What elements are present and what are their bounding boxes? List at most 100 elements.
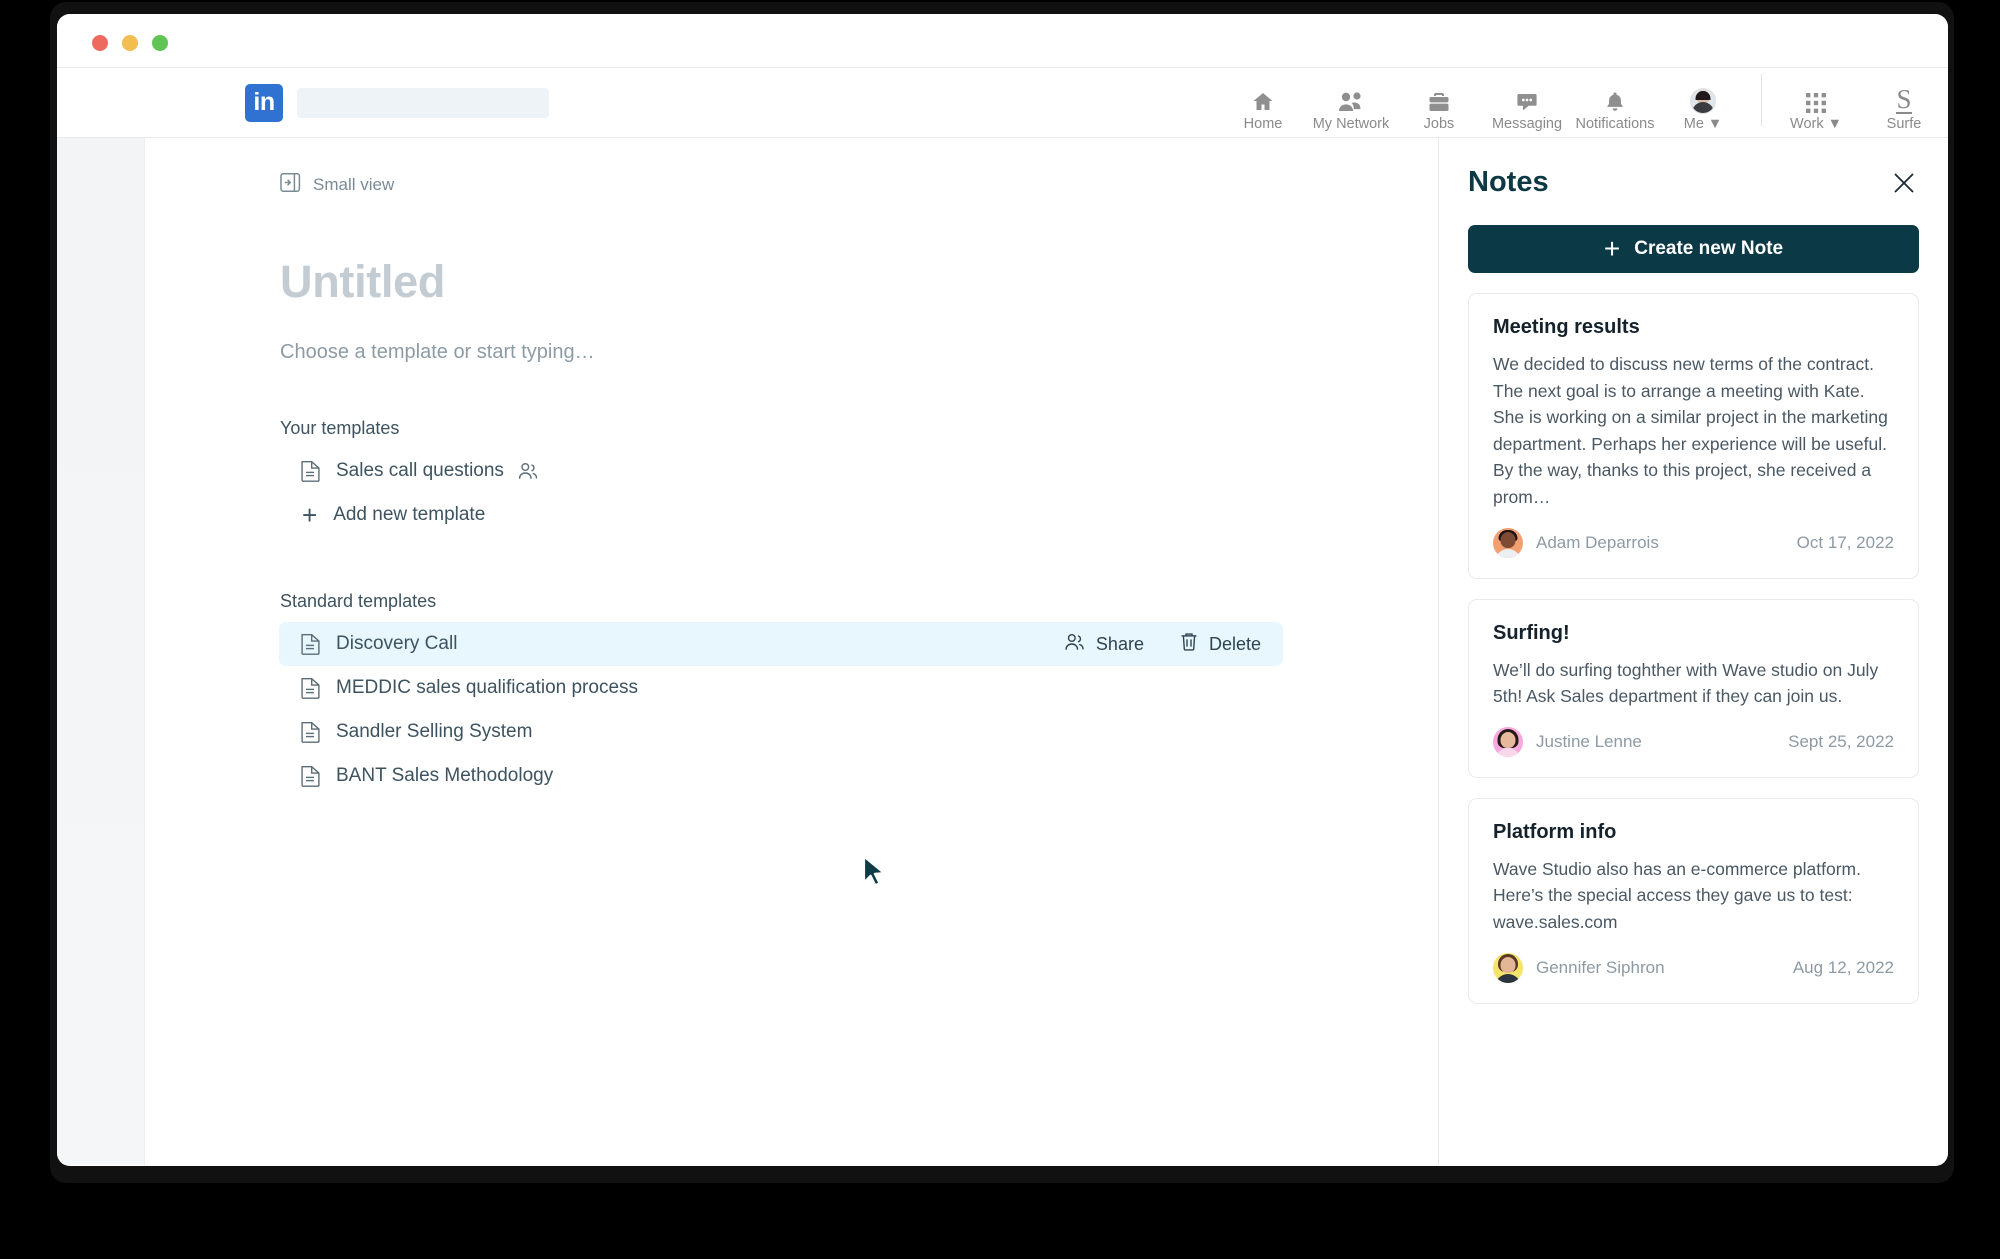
avatar — [1493, 726, 1523, 757]
panel-collapse-icon — [280, 172, 301, 198]
home-icon — [1250, 84, 1276, 114]
note-date: Sept 25, 2022 — [1788, 731, 1894, 751]
document-pane: Small view Untitled Choose a template or… — [145, 138, 1438, 1165]
nav-item-notifications[interactable]: Notifications — [1571, 84, 1659, 132]
note-footer: Adam Deparrois Oct 17, 2022 — [1493, 527, 1894, 558]
add-new-template-button[interactable]: + Add new template — [280, 493, 485, 537]
grid-apps-icon — [1805, 84, 1827, 114]
avatar — [1493, 527, 1523, 558]
nav-item-messaging[interactable]: Messaging — [1483, 84, 1571, 132]
screenshot-stage: in Home My Network Jobs Messaging Notifi… — [0, 0, 2000, 1259]
template-row-bant[interactable]: BANT Sales Methodology — [279, 754, 1283, 798]
plus-icon: + — [1603, 233, 1621, 264]
people-icon — [518, 462, 538, 480]
template-row-meddic[interactable]: MEDDIC sales qualification process — [279, 666, 1283, 710]
template-name: MEDDIC sales qualification process — [336, 677, 639, 698]
linkedin-navbar: in Home My Network Jobs Messaging Notifi… — [57, 68, 1948, 138]
standard-templates-list: Discovery Call Share Delete MEDDIC sales… — [279, 622, 1438, 798]
nav-item-work-label: Work ▼ — [1790, 115, 1842, 132]
note-card-platform-info[interactable]: Platform info Wave Studio also has an e-… — [1468, 797, 1919, 1004]
linkedin-logo-icon[interactable]: in — [245, 83, 283, 122]
create-new-note-label: Create new Note — [1634, 238, 1784, 259]
share-label: Share — [1095, 633, 1144, 654]
close-window-button[interactable] — [92, 35, 108, 51]
navbar-divider — [1761, 73, 1762, 126]
note-date: Oct 17, 2022 — [1796, 532, 1894, 552]
avatar — [1493, 952, 1523, 983]
template-name: Discovery Call — [336, 633, 458, 654]
nav-item-me[interactable]: Me ▼ — [1659, 84, 1747, 132]
standard-templates-heading: Standard templates — [280, 591, 437, 611]
nav-item-jobs[interactable]: Jobs — [1395, 84, 1483, 132]
add-new-template-label: Add new template — [333, 504, 486, 525]
note-body: We decided to discuss new terms of the c… — [1493, 354, 1888, 507]
message-bubble-icon — [1514, 84, 1540, 114]
note-date: Aug 12, 2022 — [1792, 957, 1894, 977]
nav-item-home-label: Home — [1243, 115, 1283, 132]
document-icon — [301, 677, 320, 699]
create-new-note-button[interactable]: + Create new Note — [1468, 225, 1919, 273]
nav-item-jobs-label: Jobs — [1423, 115, 1455, 132]
note-title: Surfing! — [1493, 621, 1570, 644]
left-rail — [57, 138, 145, 1165]
template-row-actions: Share Delete — [1064, 632, 1261, 657]
nav-item-surfe-label: Surfe — [1886, 115, 1922, 132]
template-name: Sales call questions — [336, 460, 504, 481]
nav-item-me-label: Me ▼ — [1683, 115, 1723, 132]
surfe-logo-icon: S — [1896, 83, 1912, 114]
note-card-meeting-results[interactable]: Meeting results We decided to discuss ne… — [1468, 293, 1919, 579]
small-view-toggle[interactable]: Small view — [280, 172, 394, 198]
template-row-sales-call-questions[interactable]: Sales call questions — [279, 449, 1283, 493]
your-templates-heading: Your templates — [280, 418, 400, 438]
note-footer: Gennifer Siphron Aug 12, 2022 — [1493, 952, 1894, 983]
note-title: Platform info — [1493, 820, 1617, 843]
page-title[interactable]: Untitled — [280, 256, 1438, 308]
minimize-window-button[interactable] — [122, 35, 138, 51]
window-titlebar — [57, 14, 1948, 68]
template-name: BANT Sales Methodology — [336, 765, 554, 786]
search-input[interactable] — [297, 87, 549, 118]
nav-item-messaging-label: Messaging — [1491, 115, 1563, 132]
document-icon — [301, 460, 320, 482]
notes-panel-header: Notes — [1468, 166, 1919, 203]
notes-panel: Notes + Create new Note Meeting results … — [1438, 138, 1948, 1165]
template-row-sandler[interactable]: Sandler Selling System — [279, 710, 1283, 754]
nav-item-my-network[interactable]: My Network — [1307, 84, 1395, 132]
navbar-left: in — [245, 83, 549, 122]
close-notes-button[interactable] — [1889, 168, 1919, 203]
share-template-button[interactable]: Share — [1064, 633, 1144, 656]
notes-title: Notes — [1468, 166, 1549, 198]
note-body: Wave Studio also has an e-commerce platf… — [1493, 858, 1861, 932]
nav-item-home[interactable]: Home — [1219, 84, 1307, 132]
template-name: Sandler Selling System — [336, 721, 533, 742]
nav-item-my-network-label: My Network — [1312, 115, 1390, 132]
briefcase-icon — [1426, 84, 1452, 114]
document-icon — [301, 765, 320, 787]
note-author: Gennifer Siphron — [1536, 957, 1665, 977]
note-body: We’ll do surfing toghther with Wave stud… — [1493, 659, 1879, 707]
nav-item-notifications-label: Notifications — [1575, 115, 1655, 132]
template-row-discovery-call[interactable]: Discovery Call Share Delete — [279, 622, 1283, 666]
mouse-cursor — [861, 855, 891, 894]
note-title: Meeting results — [1493, 316, 1640, 338]
people-icon — [1064, 633, 1085, 656]
small-view-label: Small view — [313, 175, 395, 194]
delete-label: Delete — [1208, 633, 1261, 654]
nav-item-surfe[interactable]: S Surfe — [1860, 84, 1948, 132]
trash-icon — [1180, 632, 1198, 657]
avatar-icon — [1690, 84, 1716, 114]
plus-icon: + — [302, 500, 318, 530]
app-body: Small view Untitled Choose a template or… — [57, 138, 1948, 1165]
document-placeholder[interactable]: Choose a template or start typing… — [280, 341, 1438, 364]
note-footer: Justine Lenne Sept 25, 2022 — [1493, 726, 1894, 757]
people-icon — [1337, 84, 1365, 114]
nav-item-work[interactable]: Work ▼ — [1772, 84, 1860, 132]
document-icon — [301, 633, 320, 655]
maximize-window-button[interactable] — [152, 35, 168, 51]
note-card-surfing[interactable]: Surfing! We’ll do surfing toghther with … — [1468, 598, 1919, 778]
bell-icon — [1603, 84, 1627, 114]
delete-template-button[interactable]: Delete — [1180, 632, 1261, 657]
your-templates-list: Sales call questions + Add new template — [280, 449, 1438, 537]
browser-window: in Home My Network Jobs Messaging Notifi… — [57, 14, 1948, 1166]
document-icon — [301, 721, 320, 743]
